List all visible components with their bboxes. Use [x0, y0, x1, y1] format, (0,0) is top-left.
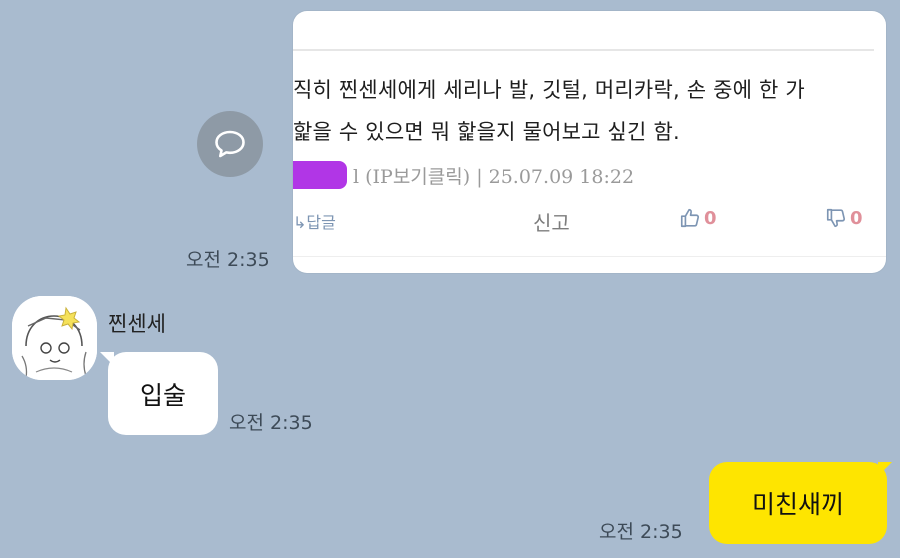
share-button[interactable] [197, 111, 263, 177]
redacted-author-mark [293, 161, 347, 189]
downvote: 0 [825, 207, 863, 229]
comment-meta-text: l (IP보기클릭) | 25.07.09 18:22 [353, 165, 635, 188]
shared-screenshot-image[interactable]: 직히 찐센세에게 세리나 발, 깃털, 머리카락, 손 중에 한 가 핥을 수 … [293, 11, 886, 273]
comment-text-line-1: 직히 찐센세에게 세리나 발, 깃털, 머리카락, 손 중에 한 가 [293, 78, 805, 102]
downvote-count: 0 [850, 207, 863, 229]
comment-meta: l (IP보기클릭) | 25.07.09 18:22 [293, 161, 634, 189]
incoming-message-bubble[interactable]: 입술 [108, 352, 218, 435]
thumbs-down-icon [826, 208, 846, 228]
upvote: 0 [679, 207, 717, 229]
message-timestamp: 오전 2:35 [186, 249, 270, 271]
upvote-count: 0 [704, 207, 717, 229]
profile-picture [12, 296, 97, 380]
avatar[interactable] [12, 296, 97, 380]
comment-text-line-2: 핥을 수 있으면 뭐 핥을지 물어보고 싶긴 함. [293, 120, 680, 144]
report-label: 신고 [533, 211, 570, 235]
speech-bubble-icon [215, 130, 245, 158]
reply-label: ↳답글 [293, 213, 336, 232]
divider [293, 49, 874, 51]
comment-actions: ↳답글 신고 0 0 [293, 207, 886, 236]
sender-name: 찐센세 [108, 312, 166, 336]
message-timestamp: 오전 2:35 [599, 521, 683, 543]
divider [293, 256, 886, 257]
message-timestamp: 오전 2:35 [229, 412, 313, 434]
thumbs-up-icon [680, 208, 700, 228]
outgoing-message-bubble[interactable]: 미친새끼 [709, 462, 887, 544]
